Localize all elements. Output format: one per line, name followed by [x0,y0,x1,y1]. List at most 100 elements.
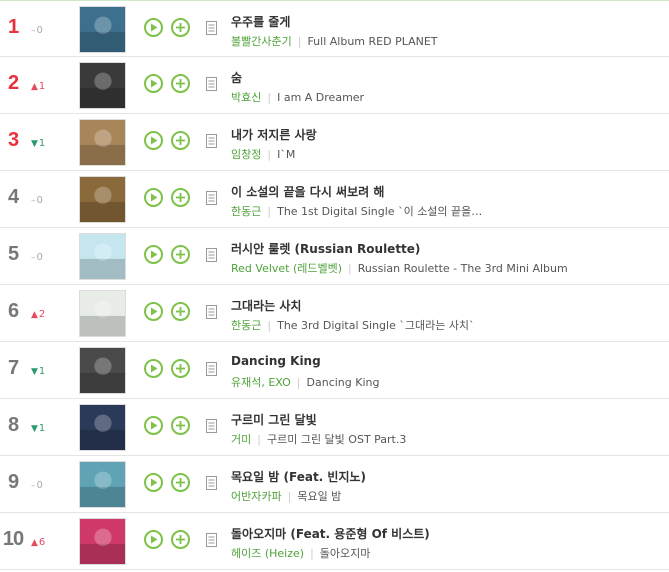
chart-row: 7 ▼1 Dancing King 유재석, EXO | Dancing Kin… [0,342,669,399]
add-to-playlist-button[interactable] [171,530,190,549]
play-icon [151,535,158,544]
album-link[interactable]: The 1st Digital Single `이 소설의 끝을… [277,205,482,218]
song-title[interactable]: 목요일 밤 (Feat. 빈지노) [231,468,366,485]
album-link[interactable]: Full Album RED PLANET [307,35,437,48]
album-art[interactable] [79,404,126,451]
document-icon [206,362,217,376]
separator: | [267,91,272,104]
rank-change-value: 6 [38,537,46,548]
arrow-down-icon: ▼ [31,139,38,149]
album-art[interactable] [79,290,126,337]
rank-number: 5 [7,243,19,265]
song-title[interactable]: 구르미 그린 달빛 [231,411,317,428]
add-to-playlist-button[interactable] [171,188,190,207]
album-link[interactable]: Russian Roulette - The 3rd Mini Album [358,262,568,275]
add-to-playlist-button[interactable] [171,473,190,492]
song-title[interactable]: Dancing King [231,354,321,368]
song-title[interactable]: 이 소설의 끝을 다시 써보려 해 [231,183,384,200]
artist-link[interactable]: 어반자카파 [231,490,282,503]
album-art[interactable] [79,461,126,508]
chart-row: 2 ▲1 숨 박효신 | I am A Dreamer [0,57,669,114]
artist-link[interactable]: 유재석, EXO [231,376,291,389]
play-button[interactable] [144,530,163,549]
album-link[interactable]: I`M [277,148,295,161]
lyrics-button[interactable] [206,418,217,433]
play-button[interactable] [144,188,163,207]
album-art[interactable] [79,62,126,109]
play-button[interactable] [144,74,163,93]
album-art[interactable] [79,6,126,53]
play-icon [151,478,158,487]
song-title[interactable]: 내가 저지른 사랑 [231,126,317,143]
arrow-up-icon: ▲ [31,82,38,92]
play-button[interactable] [144,359,163,378]
play-button[interactable] [144,416,163,435]
play-icon [151,23,158,32]
plus-icon [176,307,185,316]
lyrics-button[interactable] [206,475,217,490]
lyrics-button[interactable] [206,532,217,547]
album-link[interactable]: Dancing King [307,376,380,389]
album-link[interactable]: 구르미 그린 달빛 OST Part.3 [267,433,406,446]
separator: | [287,490,292,503]
album-link[interactable]: 목요일 밤 [297,490,341,503]
separator: | [267,205,272,218]
artist-link[interactable]: Red Velvet (레드벨벳) [231,262,342,275]
song-meta: 박효신 | I am A Dreamer [231,89,364,105]
artist-link[interactable]: 헤이즈 (Heize) [231,547,304,560]
play-icon [151,193,158,202]
artist-link[interactable]: 볼빨간사춘기 [231,35,292,48]
add-to-playlist-button[interactable] [171,18,190,37]
add-to-playlist-button[interactable] [171,359,190,378]
song-title[interactable]: 숨 [231,69,242,86]
add-to-playlist-button[interactable] [171,131,190,150]
lyrics-button[interactable] [206,361,217,376]
song-title[interactable]: 우주를 줄게 [231,13,290,30]
rank-change: –0 [31,480,51,491]
chart-row: 1 –0 우주를 줄게 볼빨간사춘기 | Full Album RED PLAN… [0,0,669,57]
separator: | [310,547,314,560]
add-to-playlist-button[interactable] [171,74,190,93]
play-button[interactable] [144,302,163,321]
song-title[interactable]: 돌아오지마 (Feat. 용준형 Of 비스트) [231,525,430,542]
album-link[interactable]: 돌아오지마 [320,547,371,560]
album-art[interactable] [79,518,126,565]
add-to-playlist-button[interactable] [171,245,190,264]
lyrics-button[interactable] [206,76,217,91]
lyrics-button[interactable] [206,20,217,35]
add-to-playlist-button[interactable] [171,302,190,321]
rank-number: 8 [7,414,19,436]
separator: | [297,35,302,48]
album-art[interactable] [79,347,126,394]
artist-link[interactable]: 거미 [231,433,251,446]
album-link[interactable]: The 3rd Digital Single `그대라는 사치` [277,319,474,332]
chart-row: 3 ▼1 내가 저지른 사랑 임창정 | I`M [0,114,669,171]
play-button[interactable] [144,18,163,37]
add-to-playlist-button[interactable] [171,416,190,435]
song-title[interactable]: 그대라는 사치 [231,297,301,314]
artist-link[interactable]: 한동근 [231,205,261,218]
play-button[interactable] [144,131,163,150]
artist-link[interactable]: 박효신 [231,91,261,104]
play-button[interactable] [144,473,163,492]
document-icon [206,533,217,547]
rank-change: –0 [31,252,51,263]
chart-row: 4 –0 이 소설의 끝을 다시 써보려 해 한동근 | The 1st Dig… [0,171,669,228]
album-art[interactable] [79,233,126,280]
album-art[interactable] [79,119,126,166]
lyrics-button[interactable] [206,133,217,148]
artist-link[interactable]: 임창정 [231,148,261,161]
lyrics-button[interactable] [206,190,217,205]
album-art[interactable] [79,176,126,223]
song-meta: 임창정 | I`M [231,146,295,162]
song-title[interactable]: 러시안 룰렛 (Russian Roulette) [231,240,420,257]
artist-link[interactable]: 한동근 [231,319,261,332]
rank-change: ▼1 [31,138,51,149]
rank-change-value: 0 [36,252,43,263]
lyrics-button[interactable] [206,304,217,319]
album-link[interactable]: I am A Dreamer [277,91,364,104]
plus-icon [176,79,185,88]
play-button[interactable] [144,245,163,264]
song-meta: 볼빨간사춘기 | Full Album RED PLANET [231,33,438,49]
lyrics-button[interactable] [206,247,217,262]
